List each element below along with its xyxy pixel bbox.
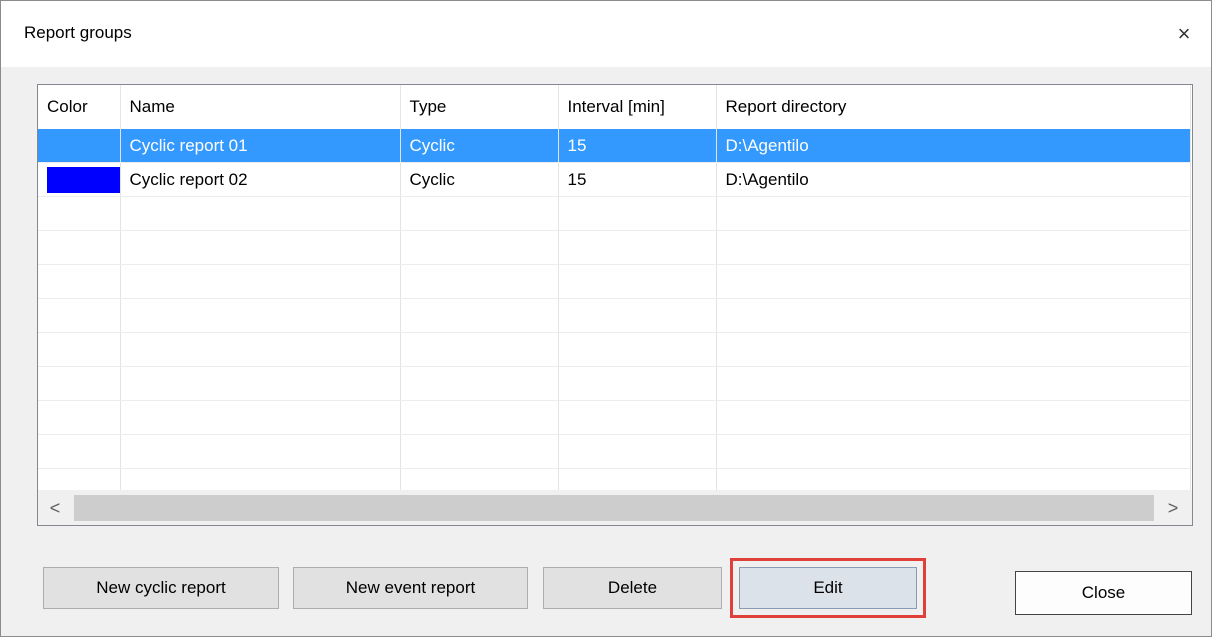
new-event-report-button[interactable]: New event report: [293, 567, 528, 609]
empty-cell: [400, 366, 559, 401]
table-row[interactable]: Cyclic report 01 Cyclic 15 D:\Agentilo: [38, 129, 1191, 163]
empty-cell: [400, 434, 559, 469]
empty-cell: [558, 332, 717, 367]
color-swatch: [47, 166, 119, 193]
empty-cell: [400, 230, 559, 265]
column-header-color[interactable]: Color: [38, 85, 121, 129]
report-groups-list[interactable]: Color Name Type Interval [min] Report di…: [37, 84, 1193, 526]
empty-cell: [400, 332, 559, 367]
empty-cell: [400, 400, 559, 435]
color-swatch: [47, 132, 119, 159]
empty-cell: [558, 196, 717, 231]
empty-cell: [38, 298, 121, 333]
row-directory-cell: D:\Agentilo: [716, 129, 1191, 163]
edit-button-highlight: [730, 558, 926, 618]
empty-cell: [120, 400, 401, 435]
horizontal-scrollbar[interactable]: < >: [38, 490, 1192, 525]
empty-cell: [558, 264, 717, 299]
empty-cell: [716, 332, 1191, 367]
row-directory-cell: D:\Agentilo: [716, 162, 1191, 197]
empty-cell: [120, 298, 401, 333]
row-type-cell: Cyclic: [400, 129, 559, 163]
close-button[interactable]: Close: [1015, 571, 1192, 615]
row-color-cell: [38, 162, 121, 197]
empty-cell: [558, 366, 717, 401]
empty-cell: [38, 434, 121, 469]
column-header-report-directory[interactable]: Report directory: [716, 85, 1191, 129]
empty-cell: [38, 230, 121, 265]
empty-cell: [38, 366, 121, 401]
table-header-row: Color Name Type Interval [min] Report di…: [38, 85, 1191, 129]
scrollbar-thumb[interactable]: [74, 495, 1154, 521]
empty-cell: [716, 264, 1191, 299]
empty-table-row: [38, 196, 1191, 231]
column-header-interval[interactable]: Interval [min]: [558, 85, 717, 129]
empty-table-row: [38, 332, 1191, 367]
scroll-left-icon[interactable]: <: [38, 491, 72, 525]
row-color-cell: [38, 129, 121, 163]
empty-table-row: [38, 400, 1191, 435]
close-icon[interactable]: ×: [1167, 17, 1201, 51]
report-groups-table: Color Name Type Interval [min] Report di…: [38, 85, 1191, 503]
empty-cell: [120, 264, 401, 299]
scroll-right-icon[interactable]: >: [1156, 491, 1190, 525]
empty-cell: [716, 366, 1191, 401]
column-header-type[interactable]: Type: [400, 85, 559, 129]
delete-button[interactable]: Delete: [543, 567, 722, 609]
empty-cell: [120, 196, 401, 231]
empty-cell: [120, 230, 401, 265]
empty-cell: [558, 400, 717, 435]
row-name-cell: Cyclic report 02: [120, 162, 401, 197]
row-interval-cell: 15: [558, 129, 717, 163]
empty-cell: [716, 196, 1191, 231]
empty-cell: [716, 400, 1191, 435]
empty-cell: [400, 196, 559, 231]
empty-table-row: [38, 366, 1191, 401]
empty-cell: [120, 332, 401, 367]
row-interval-cell: 15: [558, 162, 717, 197]
row-type-cell: Cyclic: [400, 162, 559, 197]
empty-table-row: [38, 434, 1191, 469]
empty-cell: [38, 332, 121, 367]
empty-cell: [400, 298, 559, 333]
empty-table-row: [38, 264, 1191, 299]
empty-table-row: [38, 298, 1191, 333]
table-row[interactable]: Cyclic report 02 Cyclic 15 D:\Agentilo: [38, 162, 1191, 197]
empty-cell: [400, 264, 559, 299]
empty-cell: [558, 298, 717, 333]
empty-cell: [120, 366, 401, 401]
empty-cell: [558, 230, 717, 265]
dialog-title: Report groups: [24, 23, 132, 42]
title-bar: Report groups ×: [1, 1, 1211, 67]
empty-cell: [38, 264, 121, 299]
empty-cell: [716, 434, 1191, 469]
empty-table-row: [38, 230, 1191, 265]
empty-cell: [38, 400, 121, 435]
empty-cell: [716, 230, 1191, 265]
new-cyclic-report-button[interactable]: New cyclic report: [43, 567, 279, 609]
column-header-name[interactable]: Name: [120, 85, 401, 129]
row-name-cell: Cyclic report 01: [120, 129, 401, 163]
empty-cell: [120, 434, 401, 469]
empty-cell: [558, 434, 717, 469]
empty-cell: [716, 298, 1191, 333]
empty-cell: [38, 196, 121, 231]
report-groups-dialog: Report groups × Color Name Type Interval…: [0, 0, 1212, 637]
